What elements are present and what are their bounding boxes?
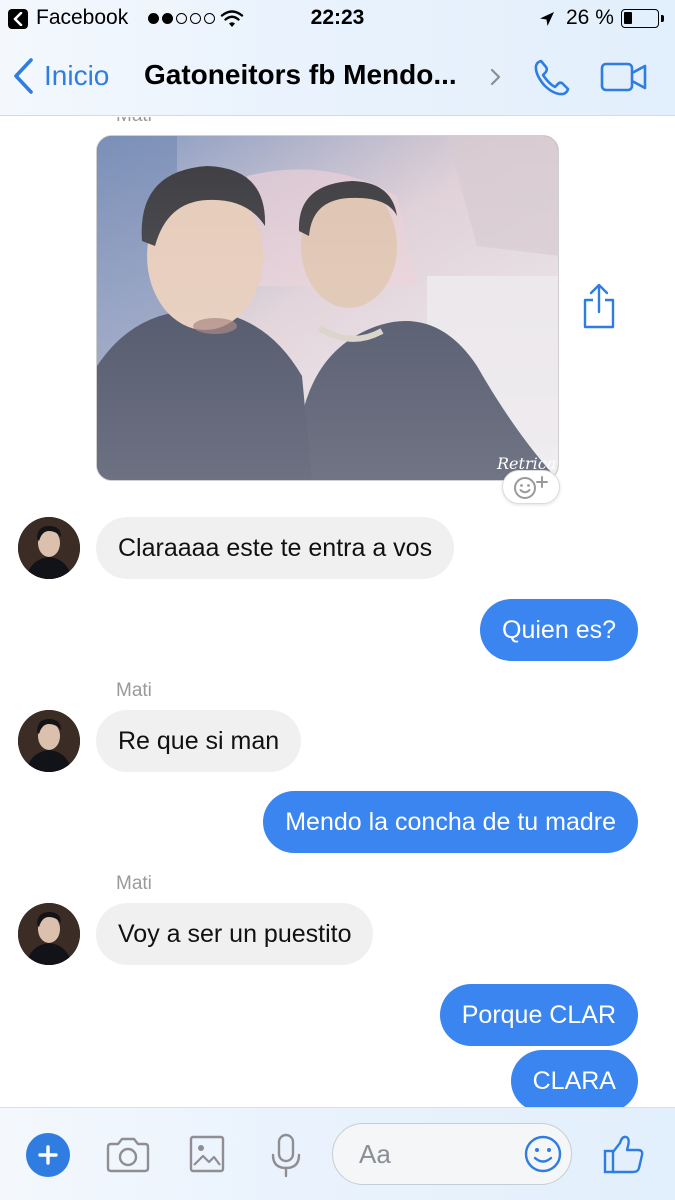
selfie-photo-image: Retrica [97,136,558,480]
avatar[interactable] [18,903,80,965]
contact-avatar-image [18,710,80,772]
add-reaction-icon [514,476,548,499]
camera-icon[interactable] [105,1137,151,1173]
message-bubble-outgoing[interactable]: CLARA [510,1050,638,1107]
message-bubble-incoming[interactable]: Claraaaa este te entra a vos [96,517,455,579]
message-bubble-outgoing[interactable]: Quien es? [480,599,638,661]
message-bubble-outgoing[interactable]: Mendo la concha de tu madre [263,791,638,853]
sender-name: Mati [116,873,152,894]
plus-icon [38,1145,58,1165]
emoji-icon[interactable] [523,1134,563,1174]
contact-avatar-image [18,903,80,965]
message-bubble-incoming[interactable]: Re que si man [96,710,302,772]
status-bar: Facebook 22:23 26 % [0,0,675,38]
back-chevron-icon [14,58,33,94]
message-bubble-outgoing[interactable]: Porque CLAR [439,984,638,1046]
battery-icon [621,9,659,28]
microphone-icon[interactable] [270,1133,302,1179]
location-arrow-icon [540,12,554,26]
composer-bar: Aa [0,1107,675,1200]
video-call-icon[interactable] [600,61,648,93]
thumbs-up-icon[interactable] [602,1132,646,1176]
battery-tip [661,15,664,22]
share-icon[interactable] [581,282,617,330]
shared-photo[interactable]: Retrica [96,135,559,481]
battery-percentage: 26 % [566,6,614,29]
avatar[interactable] [18,710,80,772]
back-button[interactable]: Inicio [12,54,109,98]
battery-level [624,12,632,24]
add-reaction-button[interactable] [502,470,560,504]
message-input[interactable]: Aa [332,1123,572,1185]
back-button-label: Inicio [44,60,110,91]
sender-name: Mati [116,117,152,127]
sender-name: Mati [116,680,152,701]
message-bubble-incoming[interactable]: Voy a ser un puestito [96,903,374,965]
photo-gallery-icon[interactable] [189,1135,225,1173]
conversation-header: Inicio Gatoneitors fb Mendo... [0,38,675,116]
phone-call-icon[interactable] [531,57,573,99]
avatar[interactable] [18,517,80,579]
message-list[interactable]: Mati [0,117,675,1107]
contact-avatar-image [18,517,80,579]
conversation-title[interactable]: Gatoneitors fb Mendo... [144,59,457,91]
message-input-placeholder: Aa [359,1139,391,1169]
more-options-button[interactable] [26,1133,70,1177]
chevron-right-icon[interactable] [489,68,501,86]
